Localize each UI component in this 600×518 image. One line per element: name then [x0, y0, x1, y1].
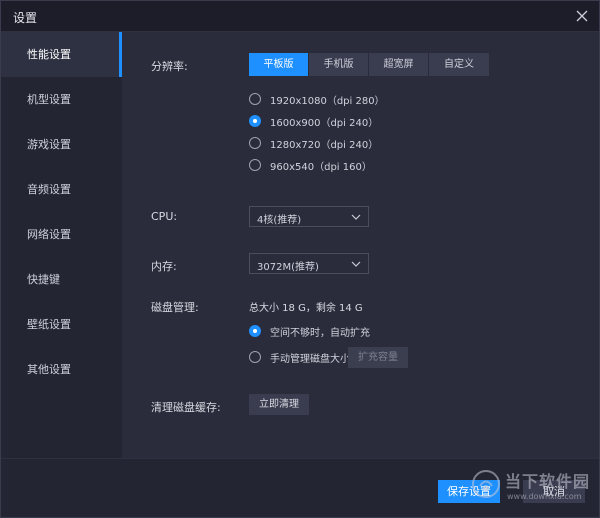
resolution-label: 分辨率: [151, 60, 188, 73]
disk-label: 磁盘管理: [151, 301, 199, 314]
tab-ultrawide[interactable]: 超宽屏 [369, 53, 429, 76]
window-title: 设置 [13, 11, 38, 25]
cpu-select[interactable]: 4核(推荐) [249, 206, 369, 227]
resolution-option-1600[interactable]: 1600x900（dpi 240） [249, 113, 378, 129]
radio-button[interactable] [249, 159, 261, 171]
resolution-tabs: 平板版 手机版 超宽屏 自定义 [249, 53, 489, 76]
tab-tablet[interactable]: 平板版 [249, 53, 309, 76]
disk-option-label: 空间不够时，自动扩充 [270, 327, 370, 339]
title-bar: 设置 [1, 1, 599, 32]
memory-label: 内存: [151, 260, 177, 273]
sidebar-item-wallpaper[interactable]: 壁纸设置 [1, 302, 122, 347]
resolution-option-label: 960x540（dpi 160） [270, 161, 372, 173]
chevron-down-icon [351, 261, 361, 267]
memory-select[interactable]: 3072M(推荐) [249, 253, 369, 274]
settings-panel: 分辨率: 平板版 手机版 超宽屏 自定义 1920x1080（dpi 280） … [122, 32, 599, 458]
footer: 保存设置 取消 [1, 458, 599, 517]
radio-button-selected[interactable] [249, 115, 261, 127]
resolution-option-label: 1920x1080（dpi 280） [270, 95, 385, 107]
sidebar-item-shortcuts[interactable]: 快捷键 [1, 257, 122, 302]
cpu-select-value: 4核(推荐) [257, 215, 302, 226]
disk-option-label: 手动管理磁盘大小 [270, 353, 350, 365]
disk-option-manual[interactable]: 手动管理磁盘大小 [249, 349, 350, 365]
sidebar-item-network[interactable]: 网络设置 [1, 212, 122, 257]
clean-now-button[interactable]: 立即清理 [249, 394, 309, 415]
radio-button-selected[interactable] [249, 325, 261, 337]
resolution-option-1920[interactable]: 1920x1080（dpi 280） [249, 91, 385, 107]
sidebar-item-device-model[interactable]: 机型设置 [1, 77, 122, 122]
disk-option-auto[interactable]: 空间不够时，自动扩充 [249, 323, 370, 339]
radio-button[interactable] [249, 137, 261, 149]
tab-custom[interactable]: 自定义 [429, 53, 489, 76]
sidebar-item-performance[interactable]: 性能设置 [1, 32, 122, 77]
save-settings-button[interactable]: 保存设置 [438, 480, 500, 503]
resolution-option-label: 1600x900（dpi 240） [270, 117, 379, 129]
chevron-down-icon [351, 214, 361, 220]
cancel-button[interactable]: 取消 [523, 480, 585, 503]
settings-window: 设置 性能设置 机型设置 游戏设置 音频设置 网络设置 快捷键 壁纸设置 其他设… [0, 0, 600, 518]
sidebar-item-audio[interactable]: 音频设置 [1, 167, 122, 212]
sidebar-item-game[interactable]: 游戏设置 [1, 122, 122, 167]
memory-select-value: 3072M(推荐) [257, 262, 319, 273]
resolution-option-1280[interactable]: 1280x720（dpi 240） [249, 135, 378, 151]
cpu-label: CPU: [151, 210, 178, 223]
radio-button[interactable] [249, 351, 261, 363]
expand-capacity-button[interactable]: 扩充容量 [348, 347, 408, 368]
disk-summary: 总大小 18 G，剩余 14 G [249, 303, 363, 314]
clear-cache-label: 清理磁盘缓存: [151, 401, 221, 414]
sidebar-item-other[interactable]: 其他设置 [1, 347, 122, 392]
radio-button[interactable] [249, 93, 261, 105]
tab-phone[interactable]: 手机版 [309, 53, 369, 76]
sidebar: 性能设置 机型设置 游戏设置 音频设置 网络设置 快捷键 壁纸设置 其他设置 [1, 32, 122, 458]
resolution-option-960[interactable]: 960x540（dpi 160） [249, 157, 372, 173]
close-icon[interactable] [573, 7, 591, 25]
resolution-option-label: 1280x720（dpi 240） [270, 139, 379, 151]
